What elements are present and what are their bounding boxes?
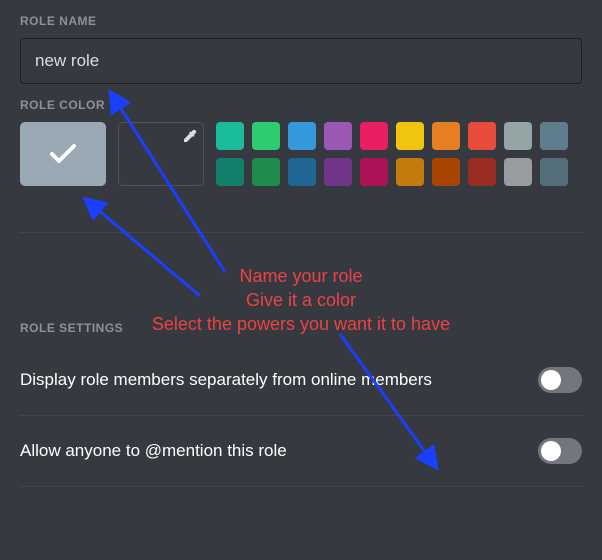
- color-swatch[interactable]: [288, 122, 316, 150]
- setting-label: Allow anyone to @mention this role: [20, 441, 287, 461]
- check-icon: [48, 142, 78, 166]
- color-swatch[interactable]: [468, 122, 496, 150]
- setting-display-separately: Display role members separately from onl…: [0, 345, 602, 415]
- default-color-swatch[interactable]: [20, 122, 106, 186]
- color-swatch[interactable]: [432, 122, 460, 150]
- annotation-line-1: Name your role: [0, 266, 602, 287]
- custom-color-swatch[interactable]: [118, 122, 204, 186]
- color-swatch[interactable]: [468, 158, 496, 186]
- color-palette: [216, 122, 568, 186]
- role-name-input[interactable]: [20, 38, 582, 84]
- display-separately-toggle[interactable]: [538, 367, 582, 393]
- divider: [20, 486, 582, 487]
- color-swatch[interactable]: [540, 158, 568, 186]
- color-swatch[interactable]: [216, 122, 244, 150]
- color-swatch[interactable]: [324, 122, 352, 150]
- role-settings-section-label: ROLE SETTINGS: [20, 321, 582, 335]
- setting-label: Display role members separately from onl…: [20, 370, 432, 390]
- color-swatch[interactable]: [252, 158, 280, 186]
- eyedropper-icon: [182, 128, 198, 149]
- role-name-section-label: ROLE NAME: [20, 14, 582, 28]
- color-swatch[interactable]: [540, 122, 568, 150]
- color-swatch[interactable]: [504, 158, 532, 186]
- color-swatch[interactable]: [288, 158, 316, 186]
- color-swatch[interactable]: [432, 158, 460, 186]
- annotation-line-2: Give it a color: [0, 290, 602, 311]
- color-swatch[interactable]: [396, 158, 424, 186]
- color-swatch[interactable]: [360, 158, 388, 186]
- color-swatch[interactable]: [324, 158, 352, 186]
- role-color-section-label: ROLE COLOR: [20, 98, 582, 112]
- color-swatch[interactable]: [396, 122, 424, 150]
- color-swatch[interactable]: [360, 122, 388, 150]
- divider: [20, 232, 582, 233]
- color-swatch[interactable]: [216, 158, 244, 186]
- color-swatch[interactable]: [252, 122, 280, 150]
- allow-mention-toggle[interactable]: [538, 438, 582, 464]
- setting-allow-mention: Allow anyone to @mention this role: [0, 416, 602, 486]
- color-swatch[interactable]: [504, 122, 532, 150]
